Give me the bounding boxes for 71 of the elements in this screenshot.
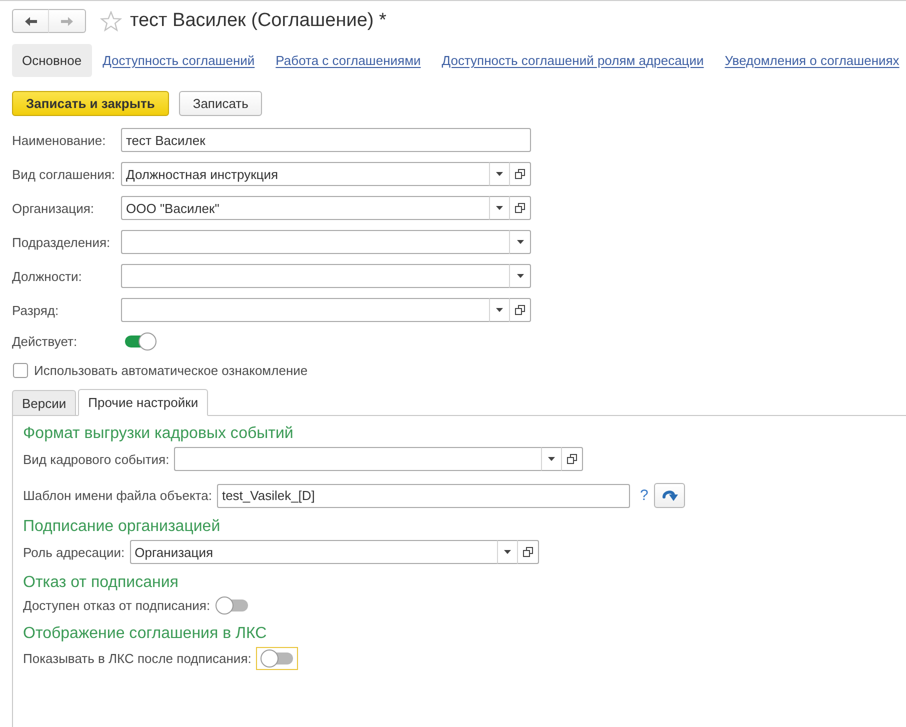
- open-button[interactable]: [509, 196, 531, 220]
- caret-icon: [496, 308, 503, 312]
- toggle-switch[interactable]: [256, 647, 298, 670]
- field-label: Доступен отказ от подписания:: [23, 598, 210, 613]
- jump-button[interactable]: [654, 483, 686, 508]
- star-icon[interactable]: [100, 10, 122, 32]
- tab[interactable]: Прочие настройки: [78, 389, 208, 416]
- open-button[interactable]: [509, 162, 531, 186]
- save-button[interactable]: Записать: [178, 91, 262, 116]
- field-label: Вид соглашения:: [12, 166, 116, 182]
- open-button[interactable]: [516, 540, 539, 564]
- select-field[interactable]: Должностная инструкция: [121, 162, 489, 186]
- dropdown-button[interactable]: [489, 196, 509, 220]
- select-field[interactable]: [121, 230, 509, 254]
- dropdown-button[interactable]: [509, 230, 531, 254]
- caret-icon: [516, 240, 524, 244]
- select-field[interactable]: [121, 298, 489, 322]
- field-label: Показывать в ЛКС после подписания:: [23, 651, 252, 666]
- field-label: Должности:: [12, 268, 83, 284]
- tab[interactable]: Основное: [12, 44, 92, 77]
- toggle-switch[interactable]: [215, 596, 250, 615]
- dropdown-button[interactable]: [489, 162, 509, 186]
- save-close-button[interactable]: Записать и закрыть: [12, 91, 169, 116]
- caret-icon: [496, 206, 503, 210]
- field-label: Разряд:: [12, 302, 60, 318]
- dropdown-button[interactable]: [489, 298, 509, 322]
- right-arrow-icon: [61, 16, 73, 26]
- caret-icon: [504, 550, 511, 554]
- open-button[interactable]: [509, 298, 531, 322]
- caret-icon: [548, 457, 556, 461]
- help-link[interactable]: ?: [640, 487, 648, 504]
- section-heading: Отказ от подписания: [23, 574, 180, 592]
- open-button[interactable]: [561, 447, 584, 471]
- select-field[interactable]: ООО "Василек": [121, 196, 489, 220]
- caret-icon: [516, 274, 524, 278]
- tab[interactable]: Доступность соглашений: [92, 44, 265, 77]
- input-field[interactable]: тест Василек: [121, 128, 531, 152]
- tab[interactable]: Уведомления о соглашениях: [714, 44, 906, 77]
- field-label: Подразделения:: [12, 234, 112, 250]
- left-arrow-icon: [24, 16, 36, 26]
- section-heading: Подписание организацией: [23, 518, 222, 536]
- field-label: Организация:: [12, 200, 96, 216]
- select-field[interactable]: [121, 264, 509, 288]
- back-button[interactable]: [12, 9, 49, 33]
- curved-arrow-icon: [662, 489, 678, 502]
- input-field[interactable]: test_Vasilek_[D]: [216, 484, 630, 508]
- window-title: тест Василек (Соглашение) *: [130, 10, 386, 32]
- field-label: Шаблон имени файла объекта:: [23, 488, 212, 503]
- dropdown-button[interactable]: [541, 447, 562, 471]
- tab[interactable]: Версии: [12, 390, 76, 416]
- dropdown-button[interactable]: [496, 540, 517, 564]
- field-label: Роль адресации:: [23, 544, 125, 560]
- checkbox-label: Использовать автоматическое ознакомление: [34, 363, 308, 378]
- field-label: Наименование:: [12, 132, 107, 148]
- toggle-switch[interactable]: [123, 332, 157, 351]
- checkbox[interactable]: [13, 363, 28, 378]
- squares-icon: [515, 203, 525, 213]
- select-field[interactable]: Организация: [130, 540, 497, 564]
- section-heading: Отображение соглашения в ЛКС: [23, 625, 268, 643]
- tab[interactable]: Доступность соглашений ролям адресации: [432, 44, 714, 77]
- tab[interactable]: Работа с соглашениями: [266, 44, 431, 77]
- select-field[interactable]: [174, 447, 542, 471]
- field-label: Действует:: [12, 334, 78, 349]
- section-heading: Формат выгрузки кадровых событий: [23, 425, 294, 443]
- squares-icon: [515, 305, 525, 315]
- field-label: Вид кадрового события:: [23, 452, 170, 466]
- caret-icon: [496, 172, 503, 176]
- squares-icon: [515, 169, 525, 179]
- squares-icon: [522, 547, 533, 557]
- dropdown-button[interactable]: [509, 264, 531, 288]
- squares-icon: [567, 454, 578, 464]
